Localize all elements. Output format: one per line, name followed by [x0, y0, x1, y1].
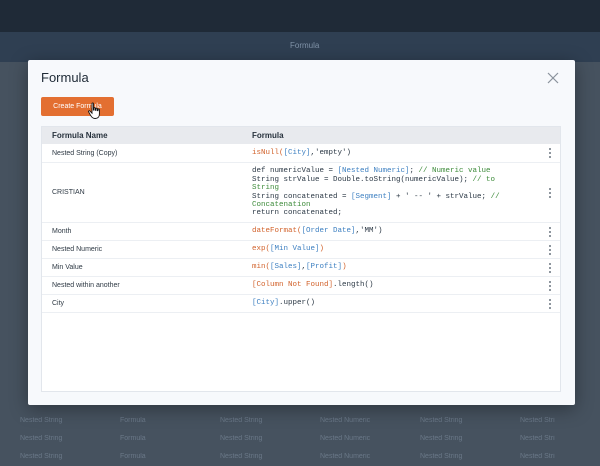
formula-token: ,'empty') [310, 148, 352, 157]
formula-token: // Numeric value [418, 167, 491, 176]
dialog-title: Formula [41, 70, 89, 85]
formula-token: ; [409, 167, 419, 176]
formula-code: [City].upper() [252, 299, 532, 307]
formula-line: exp([Min Value]) [252, 245, 532, 253]
table-row[interactable]: City [City].upper() [42, 295, 560, 313]
formula-name: Month [52, 228, 72, 235]
formula-token: String concatenated = [252, 192, 352, 201]
table-header: Formula Name Formula [42, 127, 560, 144]
table-row[interactable]: Nested Numeric exp([Min Value]) [42, 241, 560, 259]
formula-line: def numericValue = [Nested Numeric]; // … [252, 167, 532, 175]
formula-token: isNull( [252, 148, 284, 157]
row-menu-icon[interactable] [548, 148, 552, 158]
formula-token: .upper() [279, 299, 316, 308]
formula-name: Nested String (Copy) [52, 149, 118, 157]
row-menu-icon[interactable] [548, 298, 552, 309]
formula-line: String concatenated = [Segment] + ' -- '… [252, 193, 532, 201]
formula-token: dateFormat( [252, 227, 302, 236]
table-row[interactable]: CRISTIAN def numericValue = [Nested Nume… [42, 163, 560, 223]
formula-name: Nested Numeric [52, 246, 103, 253]
formula-line: min([Sales],[Profit]) [252, 263, 532, 271]
formula-token: [Min Value] [270, 245, 320, 254]
create-formula-button[interactable]: Create Formula [41, 97, 114, 116]
formula-name: Nested within another [52, 282, 120, 289]
table-row[interactable]: Nested String (Copy) isNull([City],'empt… [42, 144, 560, 163]
app-topbar [0, 0, 600, 32]
column-header-formula: Formula [252, 131, 284, 140]
formula-line: return concatenated; [252, 209, 532, 217]
formula-line: String strValue = Double.toString(numeri… [252, 176, 532, 184]
formula-code: exp([Min Value]) [252, 245, 532, 253]
formula-name: CRISTIAN [52, 189, 85, 196]
row-menu-icon[interactable] [548, 280, 552, 291]
row-menu-icon[interactable] [548, 187, 552, 198]
formula-name: Min Value [52, 264, 83, 271]
formula-token: [Sales] [270, 263, 302, 272]
formula-code: [Column Not Found].length() [252, 281, 532, 289]
formula-token: // to [472, 175, 496, 184]
formula-token: def numericValue = [252, 167, 338, 176]
formula-token: ,'MM') [355, 227, 383, 236]
background-row: Nested String Formula Nested String Nest… [20, 416, 555, 424]
formula-token: .length() [333, 281, 374, 290]
formula-token: [City] [252, 299, 280, 308]
column-header-formula-name: Formula Name [52, 131, 108, 140]
formula-table: Formula Name Formula Nested String (Copy… [41, 126, 561, 392]
formula-code: dateFormat([Order Date],'MM') [252, 227, 532, 235]
close-icon [547, 72, 559, 84]
formula-token: String strValue = Double.toString(numeri… [252, 175, 473, 184]
formula-token: [Segment] [351, 192, 392, 201]
app-header-title: Formula [290, 41, 320, 50]
formula-token: [Profit] [306, 263, 343, 272]
formula-token: [Order Date] [301, 227, 356, 236]
formula-line: isNull([City],'empty') [252, 149, 532, 157]
formula-token: // [490, 192, 500, 201]
formula-token: min( [252, 263, 271, 272]
background-row: Nested String Formula Nested String Nest… [20, 434, 555, 442]
formula-token: [Column Not Found] [252, 281, 334, 290]
formula-line: Concatenation [252, 201, 532, 209]
formula-line: String [252, 184, 532, 192]
formula-token: return concatenated; [252, 209, 343, 218]
formula-token: ) [342, 263, 347, 272]
formula-line: [Column Not Found].length() [252, 281, 532, 289]
row-menu-icon[interactable] [548, 226, 552, 237]
formula-name: City [52, 300, 65, 307]
table-row[interactable]: Nested within another [Column Not Found]… [42, 277, 560, 295]
background-row: Nested String Formula Nested String Nest… [20, 452, 555, 460]
formula-token: + ' -- ' + strValue; [391, 192, 491, 201]
formula-code: def numericValue = [Nested Numeric]; // … [252, 167, 532, 217]
table-row[interactable]: Month dateFormat([Order Date],'MM') [42, 223, 560, 241]
formula-token: [Nested Numeric] [337, 167, 410, 176]
formula-token: exp( [252, 245, 271, 254]
app-header: Formula [0, 32, 600, 62]
formula-line: dateFormat([Order Date],'MM') [252, 227, 532, 235]
close-button[interactable] [546, 71, 560, 85]
formula-token: [City] [283, 148, 311, 157]
row-menu-icon[interactable] [548, 262, 552, 273]
formula-dialog: Formula Create Formula Formula Name Form… [28, 60, 575, 405]
formula-code: isNull([City],'empty') [252, 149, 532, 157]
formula-code: min([Sales],[Profit]) [252, 263, 532, 271]
table-row[interactable]: Min Value min([Sales],[Profit]) [42, 259, 560, 277]
formula-token: ) [319, 245, 325, 254]
formula-token: Concatenation [252, 200, 311, 209]
row-menu-icon[interactable] [548, 244, 552, 255]
formula-line: [City].upper() [252, 299, 532, 307]
formula-token: String [252, 184, 280, 193]
